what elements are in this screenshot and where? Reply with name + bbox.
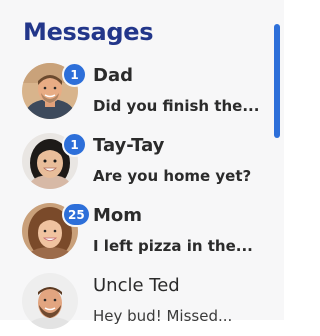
contact-name: Dad bbox=[93, 65, 133, 86]
contact-name: Mom bbox=[93, 205, 143, 226]
scrollbar[interactable] bbox=[274, 22, 280, 320]
message-preview: Are you home yet? bbox=[93, 167, 252, 185]
unread-badge: 1 bbox=[62, 132, 87, 157]
conversation-item-mom[interactable]: 25 Mom I left pizza in the... bbox=[0, 198, 272, 266]
contact-name: Tay-Tay bbox=[93, 135, 165, 156]
conversation-item-dad[interactable]: 1 Dad Did you finish the... bbox=[0, 58, 272, 126]
conversation-item-uncle-ted[interactable]: Uncle Ted Hey bud! Missed... bbox=[0, 268, 272, 336]
message-preview: Hey bud! Missed... bbox=[93, 307, 233, 325]
scrollbar-thumb[interactable] bbox=[274, 24, 280, 138]
message-preview: I left pizza in the... bbox=[93, 237, 253, 255]
contact-name: Uncle Ted bbox=[93, 275, 180, 296]
unread-badge: 25 bbox=[62, 202, 91, 227]
conversation-item-tay-tay[interactable]: 1 Tay-Tay Are you home yet? bbox=[0, 128, 272, 196]
page-title: Messages bbox=[23, 18, 154, 46]
messages-panel: Messages 1 Dad Did you finish the... 1 T… bbox=[0, 0, 284, 329]
avatar bbox=[22, 273, 78, 329]
unread-badge: 1 bbox=[62, 62, 87, 87]
message-preview: Did you finish the... bbox=[93, 97, 260, 115]
